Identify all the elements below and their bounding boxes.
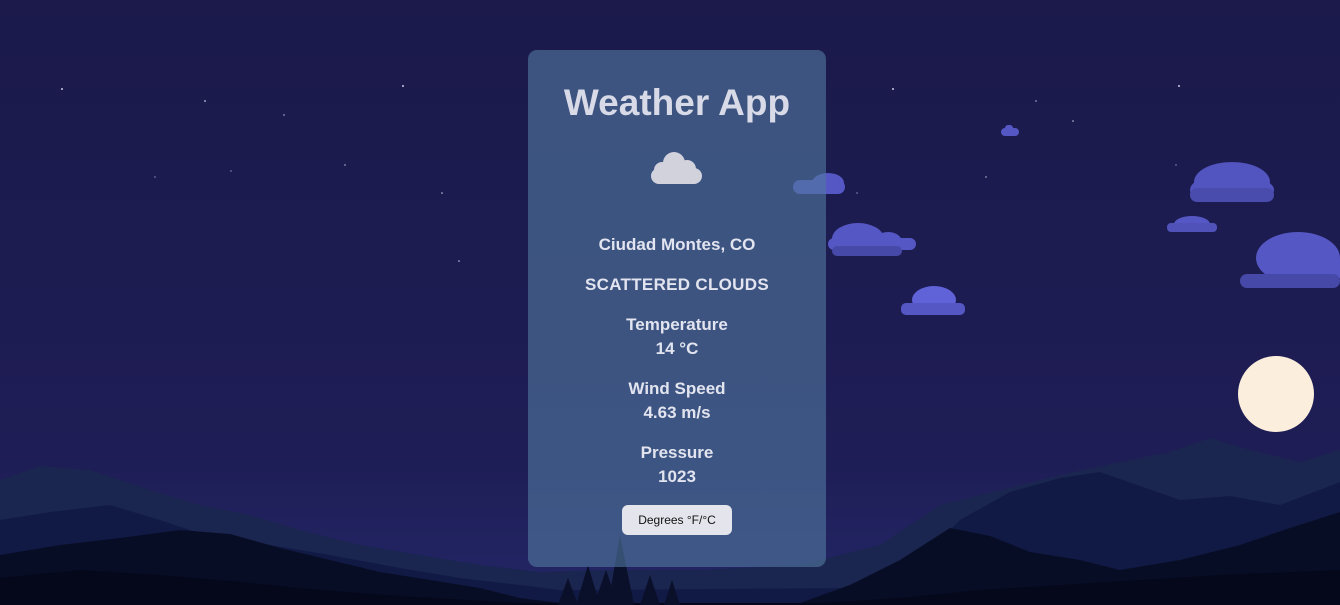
cloud-icon xyxy=(651,152,702,184)
pressure-label: Pressure xyxy=(640,443,714,462)
weather-description: SCATTERED CLOUDS xyxy=(585,275,769,294)
moon xyxy=(1238,356,1314,432)
temperature-value: 14 °C xyxy=(655,339,699,358)
temperature-label: Temperature xyxy=(626,315,728,334)
pressure-value: 1023 xyxy=(658,467,696,486)
wind-speed-value: 4.63 m/s xyxy=(643,403,711,422)
weather-card: Weather App Ciudad Montes, CO SCATTERED … xyxy=(528,50,826,567)
wind-speed-label: Wind Speed xyxy=(628,379,726,398)
location-label: Ciudad Montes, CO xyxy=(598,235,756,254)
app-title: Weather App xyxy=(563,82,791,123)
unit-toggle-button[interactable]: Degrees °F/°C xyxy=(622,505,732,535)
